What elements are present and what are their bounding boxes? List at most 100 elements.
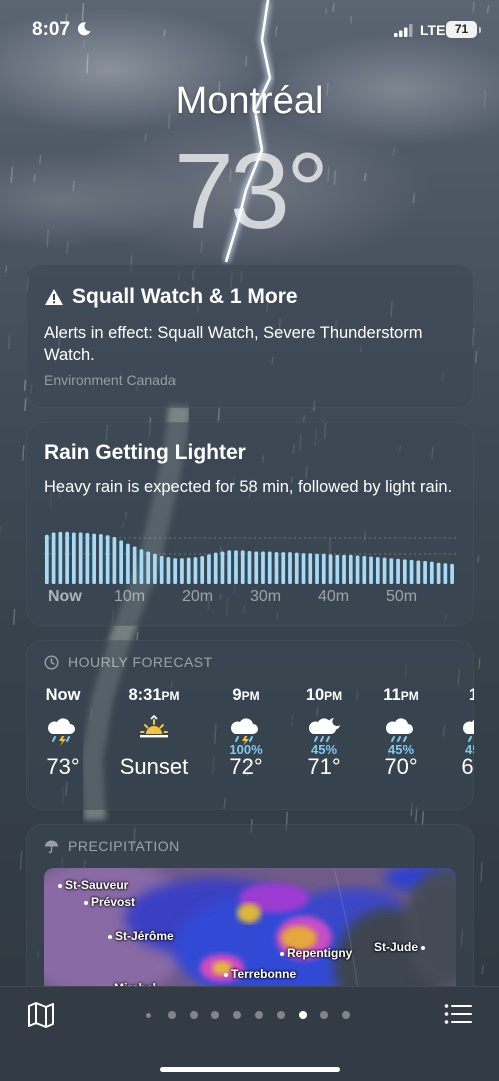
rain-bar xyxy=(268,552,272,584)
rain-intensity-chart xyxy=(44,528,456,584)
rain-bar xyxy=(376,557,380,584)
hourly-temp: 70° xyxy=(361,754,441,780)
rain-bar xyxy=(207,554,211,584)
hourly-temp: 72° xyxy=(206,754,286,780)
map-icon[interactable] xyxy=(26,1001,56,1029)
status-time: 8:07 xyxy=(32,19,70,41)
moon-cloud-rain-icon: 45% xyxy=(438,712,474,752)
rain-bar xyxy=(153,554,157,584)
city-name: Montréal xyxy=(0,80,499,123)
hourly-item: 1245%69° xyxy=(438,686,474,780)
rain-bar xyxy=(329,554,333,584)
page-dot[interactable] xyxy=(320,1011,328,1019)
map-place-repentigny: Repentigny xyxy=(280,946,352,960)
rain-bar xyxy=(281,552,285,584)
map-place-st-jerome: St-Jérôme xyxy=(108,929,174,943)
rain-bar xyxy=(79,532,83,584)
rain-bar xyxy=(275,552,279,584)
hourly-time: 11PM xyxy=(361,686,441,708)
rain-axis-label: 50m xyxy=(386,588,417,606)
rain-bar xyxy=(403,559,407,584)
rain-axis-label: 20m xyxy=(182,588,213,606)
umbrella-icon xyxy=(44,839,59,854)
alert-body: Alerts in effect: Squall Watch, Severe T… xyxy=(44,322,454,366)
rain-description: Heavy rain is expected for 58 min, follo… xyxy=(44,476,454,498)
rain-bar xyxy=(254,552,258,584)
rain-bar xyxy=(65,532,69,584)
rain-bar xyxy=(160,556,164,584)
rain-bar xyxy=(450,564,454,584)
map-place-prevost: Prévost xyxy=(84,895,135,909)
network-type: LTE xyxy=(420,22,445,38)
hourly-item: 11PM 45%70° xyxy=(361,686,441,780)
hourly-item: Now 73° xyxy=(26,686,103,780)
hourly-forecast-card[interactable]: HOURLY FORECAST Now73°8:31PMSunset9PM100… xyxy=(26,640,474,810)
rain-bar xyxy=(430,562,434,584)
rain-bar xyxy=(410,560,414,584)
rain-bar xyxy=(241,550,245,584)
rain-bar xyxy=(288,552,292,584)
cloud-rain-lightning-icon xyxy=(26,712,103,752)
page-indicator[interactable] xyxy=(146,1009,356,1021)
next-hour-precipitation-card[interactable]: Rain Getting Lighter Heavy rain is expec… xyxy=(26,422,474,626)
rain-bar xyxy=(214,553,218,584)
rain-bar xyxy=(173,558,177,584)
rain-bar xyxy=(140,549,144,584)
map-place-terrebonne: Terrebonne xyxy=(224,967,296,981)
sunset-icon xyxy=(114,712,194,752)
rain-bar xyxy=(194,557,198,584)
bottom-toolbar xyxy=(0,986,499,1081)
rain-bar xyxy=(362,556,366,584)
hourly-temp: 73° xyxy=(26,754,103,780)
hourly-time: Now xyxy=(26,686,103,708)
signal-icon xyxy=(394,24,414,37)
page-dot[interactable] xyxy=(255,1011,263,1019)
hourly-temp: 69° xyxy=(438,754,474,780)
rain-bar xyxy=(72,532,76,584)
page-dot[interactable] xyxy=(277,1011,285,1019)
hourly-precip-chance: 45% xyxy=(284,742,364,757)
rain-bar xyxy=(349,555,353,584)
page-dot[interactable] xyxy=(342,1011,350,1019)
rain-bar xyxy=(180,558,184,584)
rain-title: Rain Getting Lighter xyxy=(44,441,246,465)
warning-icon xyxy=(44,288,64,306)
alert-source: Environment Canada xyxy=(44,372,176,388)
map-place-st-jude: St-Jude xyxy=(374,940,428,954)
rain-axis-label: 10m xyxy=(114,588,145,606)
hourly-temp: 71° xyxy=(284,754,364,780)
page-dot-active[interactable] xyxy=(299,1011,307,1019)
rain-bar xyxy=(99,534,103,584)
rain-bar xyxy=(45,535,49,584)
rain-bar xyxy=(167,557,171,584)
list-icon[interactable] xyxy=(444,1003,472,1025)
rain-bar xyxy=(383,558,387,584)
rain-bar xyxy=(234,550,238,584)
rain-bar xyxy=(92,534,96,584)
page-dot[interactable] xyxy=(168,1011,176,1019)
status-bar: 8:07 LTE 71 xyxy=(0,0,499,58)
page-dot[interactable] xyxy=(211,1011,219,1019)
rain-bar xyxy=(119,540,123,584)
map-place-st-sauveur: St-Sauveur xyxy=(58,878,128,892)
clock-icon xyxy=(44,655,59,670)
rain-bar xyxy=(261,552,265,584)
hourly-precip-chance: 100% xyxy=(206,742,286,757)
rain-bar xyxy=(295,553,299,584)
rain-bar xyxy=(126,544,130,584)
rain-bar xyxy=(308,553,312,584)
hourly-forecast-header: HOURLY FORECAST xyxy=(68,654,213,670)
moon-icon xyxy=(76,21,92,37)
hourly-precip-chance: 45% xyxy=(361,742,441,757)
page-dot[interactable] xyxy=(146,1013,151,1018)
rain-bar xyxy=(227,550,231,584)
rain-bar xyxy=(369,557,373,584)
rain-bar xyxy=(342,555,346,584)
current-temperature: 73° xyxy=(0,128,499,253)
page-dot[interactable] xyxy=(233,1011,241,1019)
weather-alert-card[interactable]: Squall Watch & 1 More Alerts in effect: … xyxy=(26,264,474,408)
hourly-time: 9PM xyxy=(206,686,286,708)
rain-bar xyxy=(86,533,90,584)
page-dot[interactable] xyxy=(190,1011,198,1019)
rain-bar xyxy=(59,532,63,584)
